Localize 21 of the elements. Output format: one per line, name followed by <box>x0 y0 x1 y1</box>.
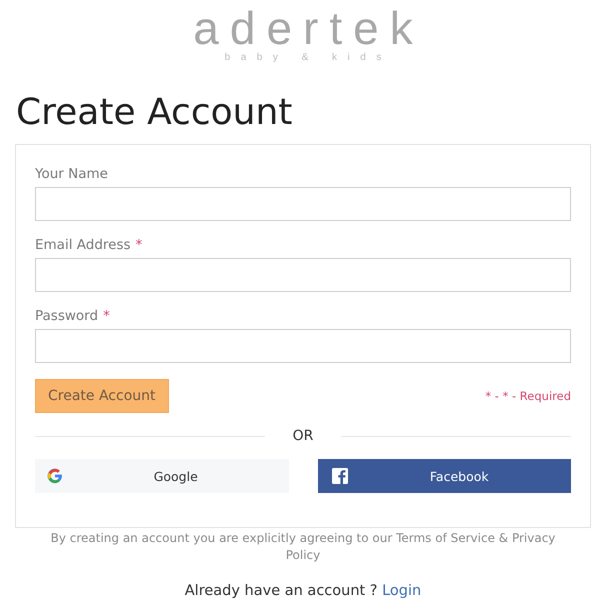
required-mark: * <box>136 237 142 253</box>
create-account-button[interactable]: Create Account <box>35 379 168 413</box>
google-button[interactable]: Google <box>35 459 288 493</box>
login-link[interactable]: Login <box>382 583 422 599</box>
page-title: Create Account <box>16 92 292 134</box>
f-logo-icon <box>332 468 348 484</box>
field-label: Email Address <box>35 237 131 253</box>
field-label: Your Name <box>35 166 108 182</box>
facebook-button[interactable]: Facebook <box>318 459 571 493</box>
input-field[interactable] <box>35 187 571 221</box>
input-field[interactable] <box>35 329 571 363</box>
logo-tagline: baby & kids <box>224 52 392 64</box>
input-field[interactable] <box>35 258 571 292</box>
logo-wordmark: adertek <box>192 6 424 50</box>
terms-notice: By creating an account you are explicitly agreeing to our Terms of Service & Privacy Policy <box>50 530 556 564</box>
g-logo-icon <box>47 468 63 484</box>
login-prompt: Already have an account ? Login <box>184 583 422 599</box>
field-label: Password <box>35 308 98 324</box>
divider-label: OR <box>292 428 314 444</box>
required-note: * - * - Required <box>485 389 571 403</box>
required-mark: * <box>103 308 110 324</box>
